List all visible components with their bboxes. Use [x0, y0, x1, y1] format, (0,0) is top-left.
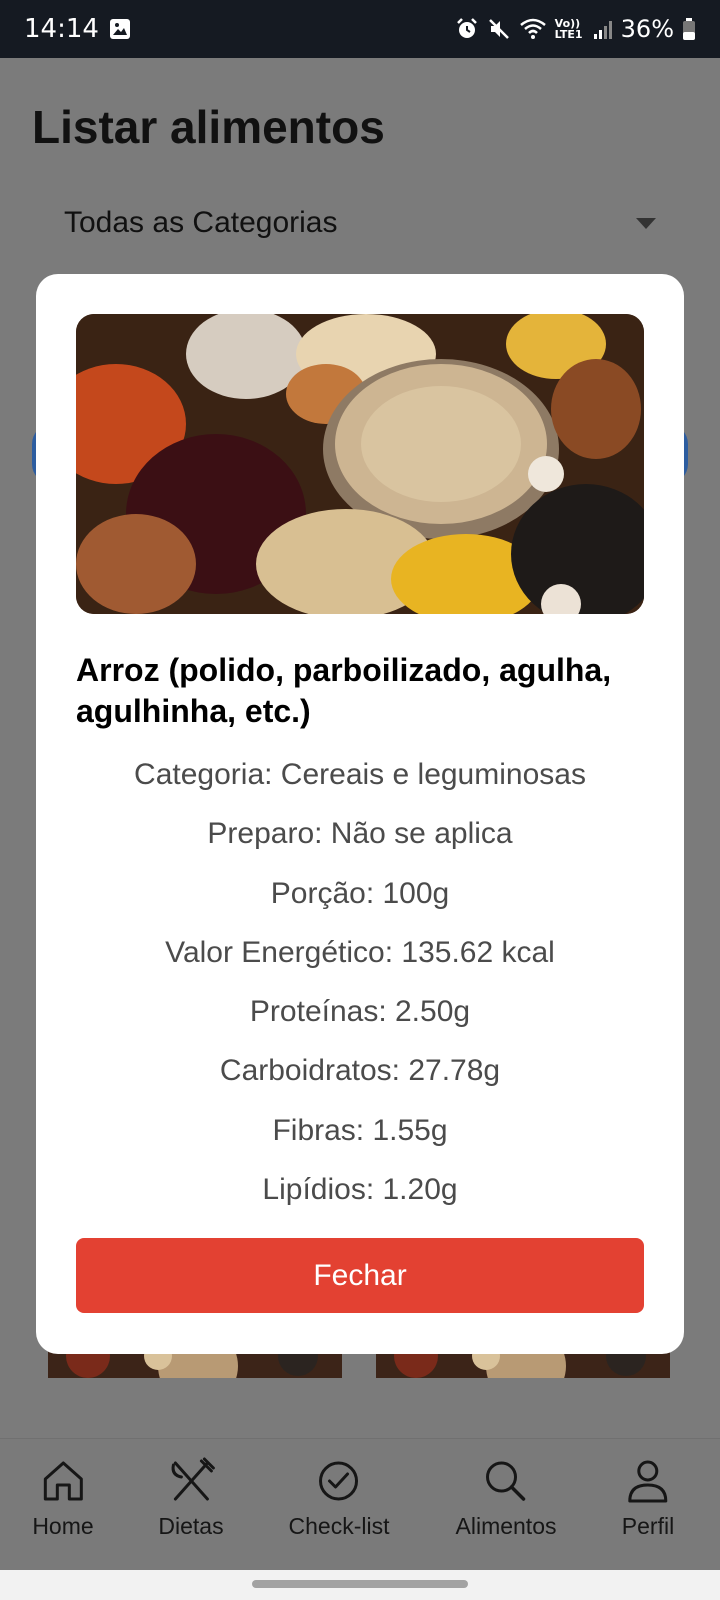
gesture-bar: [0, 1570, 720, 1600]
mute-icon: [488, 19, 509, 39]
nav-label: Perfil: [621, 1513, 675, 1539]
gallery-icon: [109, 19, 130, 39]
category-select-value: Todas as Categorias: [64, 206, 338, 239]
user-icon: [628, 1460, 668, 1503]
nav-item-home[interactable]: Home: [32, 1457, 94, 1540]
info-preparation: Preparo: Não se aplica: [207, 817, 513, 851]
food-detail-modal: Arroz (polido, parboilizado, agulha, agu…: [36, 274, 684, 1354]
search-icon: [486, 1461, 526, 1501]
nav-label: Home: [32, 1513, 94, 1539]
nutrition-info-list: Categoria: Cereais e leguminosas Preparo…: [36, 754, 684, 1228]
alarm-icon: [456, 18, 477, 38]
signal-icon: [593, 21, 612, 39]
info-carbs: Carboidratos: 27.78g: [219, 1054, 501, 1088]
food-image: [76, 314, 644, 614]
nav-item-checklist[interactable]: Check-list: [288, 1457, 390, 1540]
status-time: 14:14: [24, 14, 99, 44]
info-protein: Proteínas: 2.50g: [249, 995, 471, 1029]
close-button[interactable]: Fechar: [76, 1238, 644, 1313]
nav-item-alimentos[interactable]: Alimentos: [455, 1457, 557, 1540]
page-title: Listar alimentos: [32, 101, 385, 153]
food-name: Arroz (polido, parboilizado, agulha, agu…: [76, 652, 612, 729]
utensils-icon: [171, 1457, 215, 1501]
info-energy: Valor Energético: 135.62 kcal: [165, 935, 555, 969]
check-circle-icon: [319, 1461, 359, 1501]
battery-icon: [683, 18, 695, 40]
battery-percent: 36%: [620, 15, 674, 43]
wifi-icon: [519, 18, 546, 39]
nav-item-dietas[interactable]: Dietas: [158, 1457, 224, 1540]
chevron-down-icon: [636, 217, 656, 229]
home-icon: [43, 1461, 83, 1501]
status-bar: 14:14 Vo)) LTE1 36%: [0, 0, 720, 58]
info-fiber: Fibras: 1.55g: [272, 1113, 448, 1147]
nav-label: Dietas: [158, 1513, 224, 1539]
home-gesture-handle[interactable]: [252, 1580, 468, 1588]
info-lipids: Lipídios: 1.20g: [262, 1173, 458, 1207]
nav-label: Check-list: [288, 1513, 390, 1539]
category-select[interactable]: Todas as Categorias: [32, 186, 688, 260]
network-label: Vo)) LTE1: [554, 17, 583, 41]
nav-label: Alimentos: [455, 1513, 557, 1539]
info-category: Categoria: Cereais e leguminosas: [134, 758, 586, 791]
nav-item-perfil[interactable]: Perfil: [622, 1457, 674, 1540]
bottom-navigation: Home Dietas Check-list Alimentos Perfil: [0, 1438, 720, 1570]
info-portion: Porção: 100g: [270, 876, 450, 910]
